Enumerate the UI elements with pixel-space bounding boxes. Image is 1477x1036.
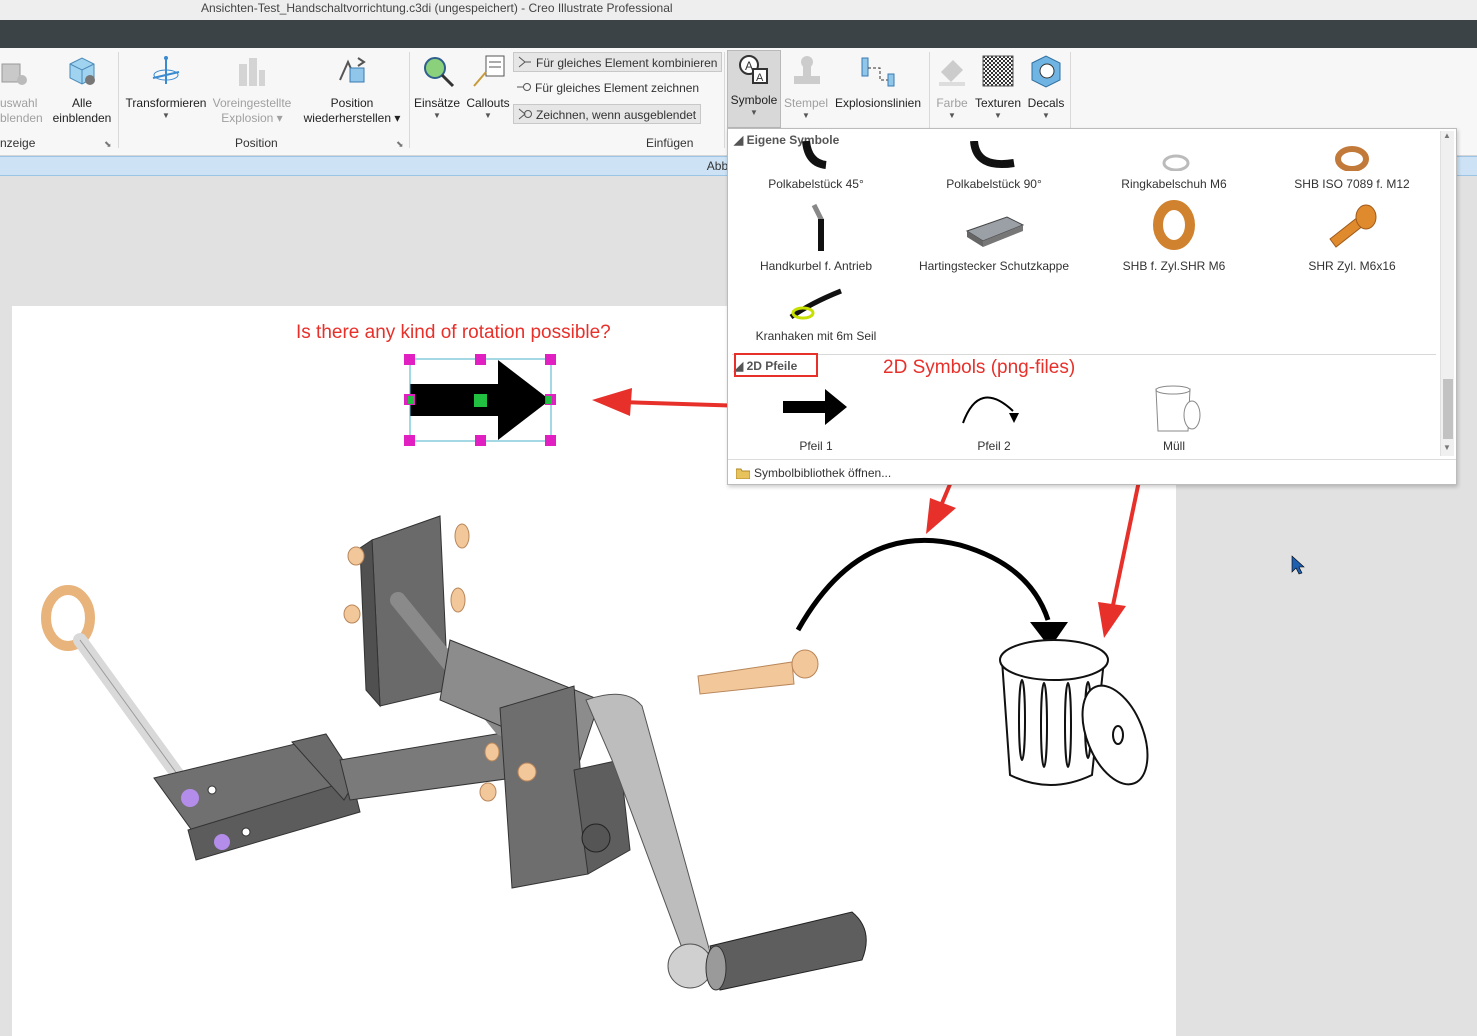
curved-arrow-icon — [962, 396, 1019, 424]
folder-icon — [736, 468, 750, 479]
symbol-item[interactable]: Müll — [1094, 385, 1254, 453]
symbol-item[interactable]: Pfeil 1 — [736, 385, 896, 453]
symbol-item[interactable]: Pfeil 2 — [914, 385, 1074, 453]
mouse-cursor-icon — [1291, 555, 1305, 575]
washer-icon — [1153, 200, 1195, 250]
connector-cap-icon — [965, 216, 1025, 247]
open-symbol-library-label: Symbolbibliothek öffnen... — [754, 466, 892, 480]
loose-screw-part[interactable] — [697, 649, 819, 695]
scroll-down-icon[interactable]: ▼ — [1443, 443, 1451, 452]
washer-icon — [1335, 146, 1369, 171]
crane-hook-icon — [789, 288, 842, 320]
symbols-dropdown: ◢ Eigene Symbole Polkabelstück 45° Polka… — [727, 128, 1457, 485]
symbol-item[interactable]: SHB ISO 7089 f. M12 — [1272, 141, 1432, 191]
cable-piece-icon — [802, 141, 827, 169]
symbol-item[interactable]: SHB f. Zyl.SHR M6 — [1094, 195, 1254, 273]
symbol-item[interactable]: Hartingstecker Schutzkappe — [914, 195, 1074, 273]
symbol-label: Handkurbel f. Antrieb — [759, 259, 873, 273]
scroll-thumb[interactable] — [1443, 379, 1453, 439]
separator — [732, 354, 1436, 355]
arrow-right-icon — [783, 389, 847, 425]
symbol-item[interactable]: Kranhaken mit 6m Seil — [736, 283, 896, 343]
curved-arrow-symbol[interactable] — [795, 537, 1068, 648]
ring-terminal-icon — [1162, 154, 1190, 171]
hand-crank-icon — [811, 203, 825, 251]
cable-piece-icon — [970, 141, 1015, 168]
trash-can-symbol[interactable] — [999, 639, 1160, 794]
symbol-item[interactable]: Ringkabelschuh M6 — [1094, 141, 1254, 191]
trash-can-icon — [1155, 385, 1201, 432]
screw-icon — [1329, 204, 1377, 248]
symbol-label: SHR Zyl. M6x16 — [1308, 259, 1396, 273]
symbol-label: Polkabelstück 45° — [768, 177, 864, 191]
open-symbol-library-link[interactable]: Symbolbibliothek öffnen... — [728, 459, 1456, 485]
scroll-up-icon[interactable]: ▲ — [1443, 131, 1451, 140]
category-highlight-box — [734, 353, 818, 377]
symbol-label: Hartingstecker Schutzkappe — [918, 259, 1070, 273]
symbol-label: Pfeil 1 — [799, 439, 833, 453]
symbol-label: SHB f. Zyl.SHR M6 — [1122, 259, 1226, 273]
symbol-label: Pfeil 2 — [977, 439, 1011, 453]
symbol-label: Polkabelstück 90° — [946, 177, 1042, 191]
symbol-label: SHB ISO 7089 f. M12 — [1294, 177, 1410, 191]
annotation-question: Is there any kind of rotation possible? — [296, 322, 611, 343]
symbol-item[interactable]: Polkabelstück 90° — [914, 141, 1074, 191]
symbol-label: Kranhaken mit 6m Seil — [755, 329, 877, 343]
dropdown-scrollbar[interactable]: ▲ ▼ — [1440, 131, 1454, 456]
symbol-item[interactable]: SHR Zyl. M6x16 — [1272, 195, 1432, 273]
symbol-item[interactable]: Polkabelstück 45° — [736, 141, 896, 191]
symbol-item[interactable]: Handkurbel f. Antrieb — [736, 195, 896, 273]
assembly-model[interactable] — [41, 515, 867, 991]
symbol-label: Ringkabelschuh M6 — [1121, 177, 1227, 191]
annotation-symbols-note: 2D Symbols (png-files) — [883, 357, 1076, 378]
symbol-label: Müll — [1162, 439, 1185, 453]
